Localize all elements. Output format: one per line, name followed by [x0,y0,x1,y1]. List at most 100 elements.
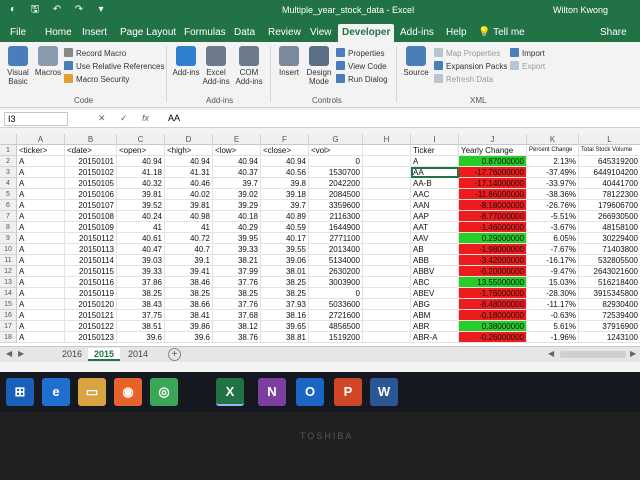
undo-icon[interactable]: ↶ [50,3,64,16]
select-all-corner[interactable] [0,134,17,145]
sheet-tab-2016[interactable]: 2016 [56,348,88,361]
cell-a12[interactable]: A [17,266,65,277]
name-box[interactable]: I3 [4,112,68,126]
record-macro-button[interactable]: Record Macro [64,48,126,59]
column-header-a[interactable]: A [17,134,65,145]
cell-e18[interactable]: 38.76 [213,332,261,343]
cell-c15[interactable]: 38.43 [117,299,165,310]
cell-j13[interactable]: 13.55000000 [459,277,527,288]
cell-i6[interactable]: AAN [411,200,459,211]
cell-l18[interactable]: 1243100 [579,332,640,343]
sheet-tab-2014[interactable]: 2014 [122,348,154,361]
xml-source-button[interactable]: Source [402,46,430,77]
column-header-f[interactable]: F [261,134,309,145]
cell-b13[interactable]: 20150116 [65,277,117,288]
powerpoint-icon[interactable]: P [334,378,362,406]
cell-d10[interactable]: 40.7 [165,244,213,255]
cell-j15[interactable]: -8.48000000 [459,299,527,310]
cell-i3[interactable]: AA [411,167,459,178]
cell-b3[interactable]: 20150102 [65,167,117,178]
cell-j11[interactable]: -3.42000000 [459,255,527,266]
cell-g8[interactable]: 1644900 [309,222,363,233]
cell-e11[interactable]: 38.21 [213,255,261,266]
cell-e4[interactable]: 39.7 [213,178,261,189]
cell-g4[interactable]: 2042200 [309,178,363,189]
cell-f17[interactable]: 39.65 [261,321,309,332]
cell-f5[interactable]: 39.18 [261,189,309,200]
word-icon[interactable]: W [370,378,398,406]
cell-j18[interactable]: -0.26000000 [459,332,527,343]
cancel-icon[interactable]: ✕ [98,113,106,124]
cell-l17[interactable]: 37916900 [579,321,640,332]
column-header-k[interactable]: K [527,134,579,145]
column-header-c[interactable]: C [117,134,165,145]
outlook-icon[interactable]: O [296,378,324,406]
cell-g15[interactable]: 5033600 [309,299,363,310]
cell-j1[interactable]: Yearly Change [459,145,527,156]
column-header-i[interactable]: I [411,134,459,145]
run-dialog-button[interactable]: Run Dialog [336,74,388,85]
cell-a11[interactable]: A [17,255,65,266]
tab-view[interactable]: View [306,24,336,42]
cell-j8[interactable]: -1.46000000 [459,222,527,233]
cell-e10[interactable]: 39.33 [213,244,261,255]
redo-icon[interactable]: ↷ [72,3,86,16]
cell-b7[interactable]: 20150108 [65,211,117,222]
column-header-l[interactable]: L [579,134,640,145]
tab-help[interactable]: Help [442,24,471,42]
cell-k2[interactable]: 2.13% [527,156,579,167]
cell-f15[interactable]: 37.93 [261,299,309,310]
cell-l10[interactable]: 71403800 [579,244,640,255]
com-add-ins-button[interactable]: COM Add-ins [234,46,264,86]
cell-b14[interactable]: 20150119 [65,288,117,299]
excel-add-ins-button[interactable]: Excel Add-ins [201,46,231,86]
cell-c13[interactable]: 37.86 [117,277,165,288]
cell-b11[interactable]: 20150114 [65,255,117,266]
cell-c7[interactable]: 40.24 [117,211,165,222]
cell-e9[interactable]: 39.95 [213,233,261,244]
cell-b10[interactable]: 20150113 [65,244,117,255]
cell-i10[interactable]: AB [411,244,459,255]
cell-l6[interactable]: 179606700 [579,200,640,211]
tab-add-ins[interactable]: Add-ins [396,24,438,42]
cell-e3[interactable]: 40.37 [213,167,261,178]
windows-start-icon[interactable]: ⊞ [6,378,34,406]
cell-h1[interactable] [363,145,411,156]
cell-f16[interactable]: 38.16 [261,310,309,321]
cell-h9[interactable] [363,233,411,244]
cell-a4[interactable]: A [17,178,65,189]
cell-l14[interactable]: 3915345800 [579,288,640,299]
cell-b2[interactable]: 20150101 [65,156,117,167]
cell-c14[interactable]: 38.25 [117,288,165,299]
cell-h2[interactable] [363,156,411,167]
cell-d2[interactable]: 40.94 [165,156,213,167]
cell-h16[interactable] [363,310,411,321]
cell-c6[interactable]: 39.52 [117,200,165,211]
cell-h6[interactable] [363,200,411,211]
tab-review[interactable]: Review [264,24,305,42]
cell-d9[interactable]: 40.72 [165,233,213,244]
cell-a3[interactable]: A [17,167,65,178]
cell-g16[interactable]: 2721600 [309,310,363,321]
horizontal-scrollbar[interactable] [560,351,626,358]
cell-f13[interactable]: 38.25 [261,277,309,288]
column-header-h[interactable]: H [363,134,411,145]
cell-g2[interactable]: 0 [309,156,363,167]
add-ins-button[interactable]: Add-ins [172,46,200,77]
cell-d11[interactable]: 39.1 [165,255,213,266]
tab-insert[interactable]: Insert [78,24,111,42]
cell-j3[interactable]: -17.76000000 [459,167,527,178]
firefox-icon[interactable]: ◉ [114,378,142,406]
cell-j16[interactable]: -0.18000000 [459,310,527,321]
hscroll-left-icon[interactable]: ◀ [548,349,554,358]
cell-h10[interactable] [363,244,411,255]
cell-g1[interactable]: <vol> [309,145,363,156]
cell-c11[interactable]: 39.03 [117,255,165,266]
cell-d1[interactable]: <high> [165,145,213,156]
cell-a6[interactable]: A [17,200,65,211]
cell-l12[interactable]: 2643021600 [579,266,640,277]
cell-d17[interactable]: 39.86 [165,321,213,332]
expansion-packs-button[interactable]: Expansion Packs [434,61,507,72]
cell-h7[interactable] [363,211,411,222]
column-header-b[interactable]: B [65,134,117,145]
